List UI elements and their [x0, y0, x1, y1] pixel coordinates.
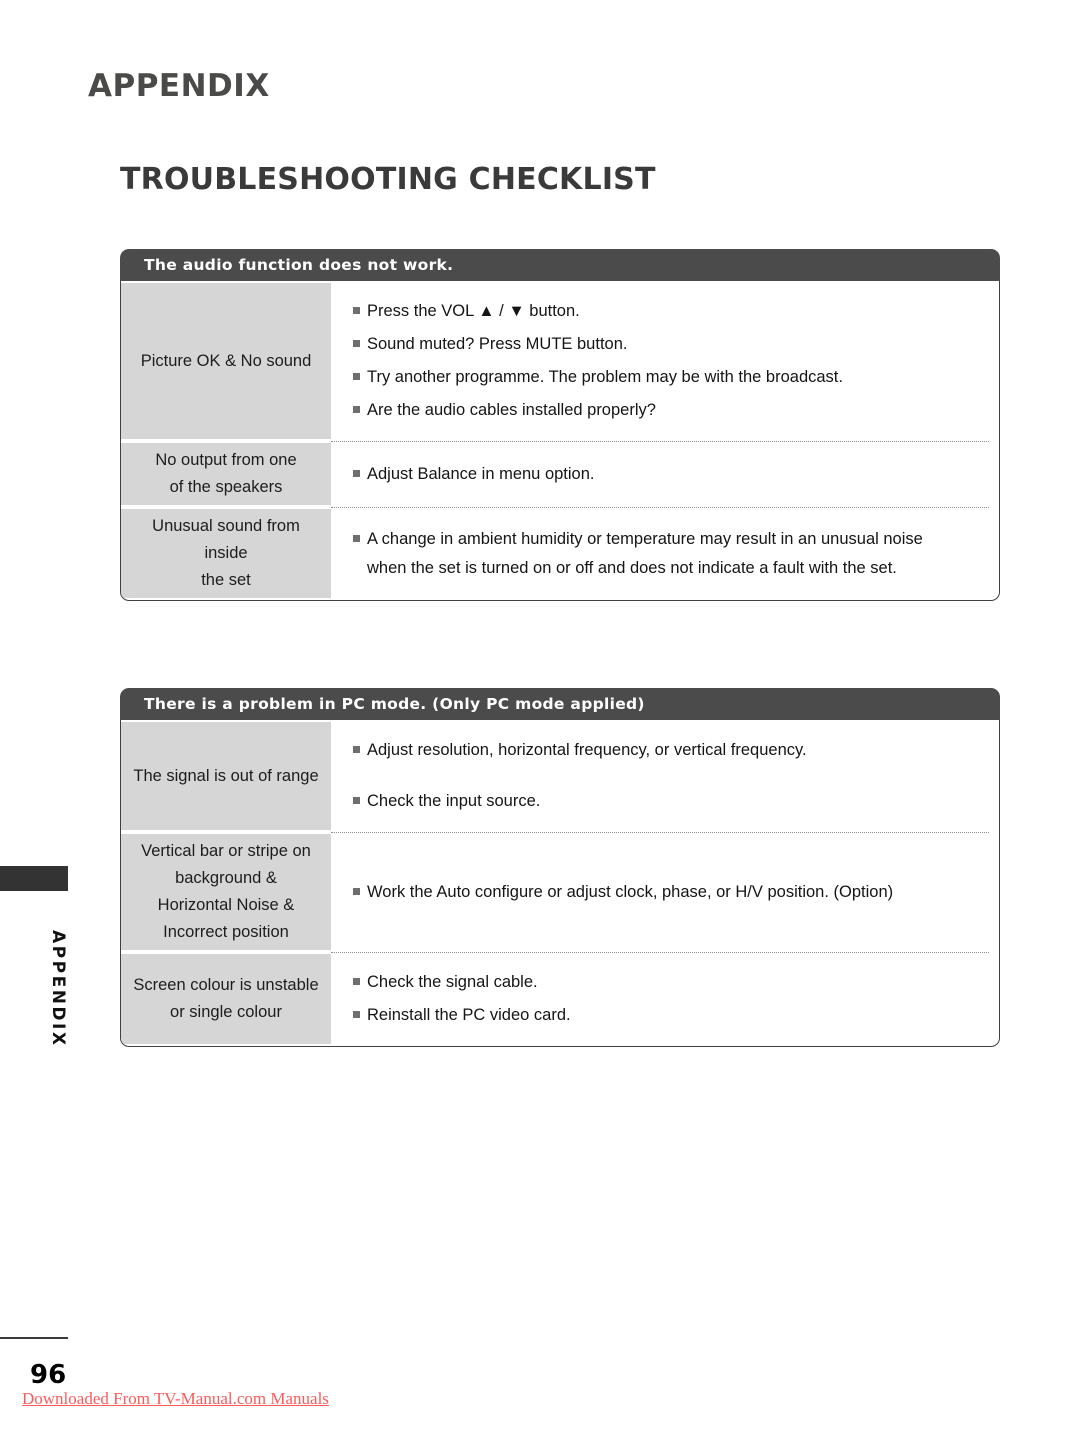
list-item-text: Check the signal cable.	[367, 973, 538, 991]
list-item-text: Reinstall the PC video card.	[367, 1006, 571, 1024]
table-body: The signal is out of range Adjust resolut…	[120, 720, 1000, 1047]
table-row: Unusual sound from inside the set A change …	[121, 507, 999, 600]
list-item: Sound muted? Press MUTE button.	[353, 332, 981, 357]
list-item: Check the input source.	[353, 789, 981, 814]
row-symptom-label: Picture OK & No sound	[121, 283, 331, 439]
row-solution-list: Check the signal cable. Reinstall the PC …	[331, 952, 999, 1046]
side-tab-label: APPENDIX	[48, 930, 68, 1048]
row-solution-list: Adjust Balance in menu option.	[331, 441, 999, 507]
row-solution-list: Press the VOL ▲ / ▼ button. Sound muted? …	[331, 281, 999, 441]
table-row: Picture OK & No sound Press the VOL ▲ / ▼…	[121, 281, 999, 441]
table-header: The audio function does not work.	[120, 249, 1000, 281]
page-title: APPENDIX	[88, 68, 270, 104]
footer-divider	[0, 1337, 68, 1339]
list-item-text: when the set is turned on or off and doe…	[367, 558, 897, 577]
list-item-text: A change in ambient humidity or temperat…	[367, 529, 923, 548]
row-symptom-line: Screen colour is unstable	[133, 976, 319, 994]
list-item: Try another programme. The problem may b…	[353, 365, 981, 390]
list-item: Check the signal cable.	[353, 970, 981, 995]
square-bullet-icon	[353, 746, 360, 753]
row-symptom-label: Vertical bar or stripe on background & Hor…	[121, 834, 331, 950]
side-tab-marker	[0, 866, 68, 891]
row-symptom-label: The signal is out of range	[121, 722, 331, 830]
square-bullet-icon	[353, 978, 360, 985]
square-bullet-icon	[353, 797, 360, 804]
row-solution-list: Work the Auto configure or adjust clock,…	[331, 832, 999, 952]
list-item: Press the VOL ▲ / ▼ button.	[353, 299, 981, 324]
list-item-text: Adjust Balance in menu option.	[367, 464, 595, 483]
row-symptom-line: or single colour	[170, 1003, 282, 1021]
list-item: when the set is turned on or off and doe…	[353, 556, 981, 581]
row-symptom-line: Picture OK & No sound	[140, 351, 312, 370]
row-symptom-line: background &	[175, 869, 277, 887]
row-symptom-label: No output from one of the speakers	[121, 443, 331, 505]
list-item-text: Try another programme. The problem may b…	[367, 368, 843, 386]
list-item: A change in ambient humidity or temperat…	[353, 527, 981, 552]
list-item-text: Are the audio cables installed properly?	[367, 401, 656, 419]
page-number: 96	[30, 1360, 67, 1390]
section-heading: TROUBLESHOOTING CHECKLIST	[120, 162, 656, 197]
list-item: Adjust resolution, horizontal frequency,…	[353, 738, 981, 763]
list-item: Adjust Balance in menu option.	[353, 462, 981, 487]
square-bullet-icon	[353, 340, 360, 347]
square-bullet-icon	[353, 307, 360, 314]
row-symptom-label: Unusual sound from inside the set	[121, 509, 331, 598]
row-symptom-line: of the speakers	[169, 478, 283, 496]
row-symptom-line: Horizontal Noise &	[157, 896, 295, 914]
square-bullet-icon	[353, 887, 360, 895]
square-bullet-icon	[353, 1011, 360, 1018]
list-item: Reinstall the PC video card.	[353, 1003, 981, 1028]
row-symptom-line: inside	[204, 544, 248, 562]
row-symptom-line: the set	[201, 571, 251, 589]
row-symptom-line: Vertical bar or stripe on	[141, 842, 311, 860]
list-item-text: Adjust resolution, horizontal frequency,…	[367, 741, 807, 759]
square-bullet-icon	[353, 406, 360, 413]
square-bullet-icon	[353, 534, 360, 542]
table-row: No output from one of the speakers Adjust …	[121, 441, 999, 507]
row-symptom-line: Unusual sound from	[152, 517, 300, 535]
table-row: Screen colour is unstable or single colou…	[121, 952, 999, 1046]
row-symptom-line: No output from one	[155, 451, 297, 469]
row-symptom-line: The signal is out of range	[133, 766, 319, 785]
table-row: The signal is out of range Adjust resolut…	[121, 720, 999, 832]
row-symptom-label: Screen colour is unstable or single colou…	[121, 954, 331, 1044]
row-solution-list: Adjust resolution, horizontal frequency,…	[331, 720, 999, 832]
square-bullet-icon	[353, 469, 360, 477]
table-row: Vertical bar or stripe on background & Hor…	[121, 832, 999, 952]
list-item-text: Work the Auto configure or adjust clock,…	[367, 882, 894, 901]
download-source-note[interactable]: Downloaded From TV-Manual.com Manuals	[22, 1389, 329, 1409]
row-solution-list: A change in ambient humidity or temperat…	[331, 507, 999, 600]
list-item: Work the Auto configure or adjust clock,…	[353, 880, 981, 905]
checklist-table: The audio function does not work. Picture…	[120, 249, 1000, 601]
row-symptom-line: Incorrect position	[163, 923, 289, 941]
checklist-table: There is a problem in PC mode. (Only PC …	[120, 688, 1000, 1047]
list-item: Are the audio cables installed properly?	[353, 398, 981, 423]
table-header: There is a problem in PC mode. (Only PC …	[120, 688, 1000, 720]
list-item-text: Check the input source.	[367, 792, 541, 810]
list-item-text: Press the VOL ▲ / ▼ button.	[367, 302, 580, 320]
table-body: Picture OK & No sound Press the VOL ▲ / ▼…	[120, 281, 1000, 601]
square-bullet-icon	[353, 373, 360, 380]
list-item-text: Sound muted? Press MUTE button.	[367, 335, 628, 353]
